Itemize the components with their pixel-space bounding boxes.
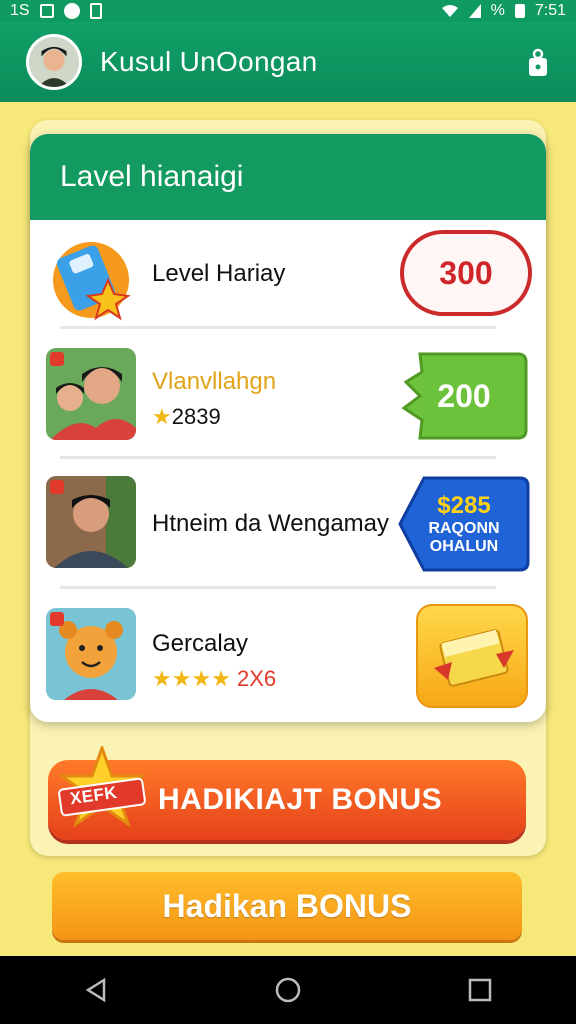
item-name: Htneim da Wengamay [152,510,389,537]
clock: 7:51 [534,2,566,19]
item-name: Level Hariay [152,260,286,287]
divider [60,326,496,329]
recents-icon[interactable] [466,976,494,1004]
status-left-text: 1S [10,2,30,19]
family-photo [46,348,136,440]
list-item[interactable]: Level Hariay 300 [30,220,546,340]
reward-tag[interactable]: $285 RAQONN OHALUN [398,474,530,574]
status-bar: 1S % 7:51 [0,0,576,22]
item-name: Gercalay [152,630,249,657]
list-item[interactable]: Vlanvllahgn ★2839 200 [30,338,546,458]
bear-photo [46,608,136,700]
box-icon [434,629,514,687]
reward-line3: OHALUN [429,538,499,555]
battery-icon [514,4,525,18]
app-title: Kusul UnOongan [100,46,318,77]
rating-text: 2X6 [237,666,277,691]
notification-icon [39,4,54,18]
bonus-button-2-label: Hadikan BONUS [162,887,412,924]
divider [60,456,496,459]
bonus-button[interactable]: XEFK HADIKIAJT BONUS [48,746,526,840]
system-nav-bar [0,956,576,1024]
level-card: Lavel hianaigi Level Hariay 300 Vlanvlla… [30,134,546,722]
card-title: Lavel hianaigi [30,134,546,220]
home-icon[interactable] [274,976,302,1004]
star-icon: ★ [152,404,172,429]
divider [60,586,496,589]
rating-value: 2839 [171,404,221,429]
item-rating: ★2839 [152,404,221,430]
treasure-box-button[interactable] [416,604,528,708]
item-rating: ★★★★ 2X6 [152,666,276,692]
item-name: Vlanvllahgn [152,368,277,395]
bonus-button-secondary[interactable]: Hadikan BONUS [52,872,522,940]
list-item[interactable]: Gercalay ★★★★ 2X6 [30,600,546,720]
score-tag[interactable]: 200 [400,348,528,444]
signal-icon [468,4,481,18]
gift-card-icon [53,242,131,321]
list-item[interactable]: Htneim da Wengamay $285 RAQONN OHALUN [30,468,546,588]
man-photo [46,476,136,568]
wifi-icon [441,5,458,17]
bonus-button-label: HADIKIAJT BONUS [158,783,443,816]
app-bar: Kusul UnOongan [0,22,576,102]
score-badge[interactable]: 300 [400,230,532,316]
reward-line2: RAQONN [428,520,500,537]
battery-percent: % [490,2,505,19]
reward-amount: $285 [437,492,491,519]
score-value: 200 [437,377,491,414]
stars-icon: ★★★★ [152,666,231,691]
avatar[interactable] [26,34,82,90]
download-icon [89,3,102,19]
back-icon[interactable] [82,976,110,1004]
user-avatar-icon [29,37,79,87]
lock-icon[interactable] [528,48,548,78]
sync-icon [63,3,80,19]
